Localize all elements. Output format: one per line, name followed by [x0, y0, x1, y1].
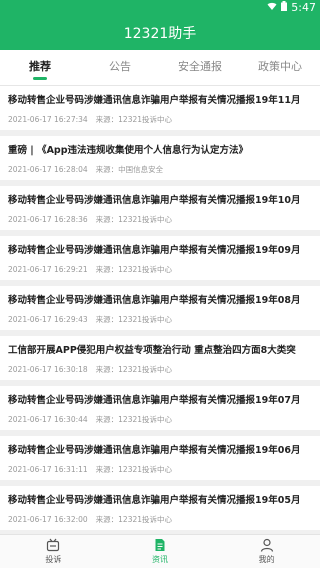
nav-complaint[interactable]: 投诉	[0, 535, 107, 568]
tab-label: 公告	[109, 60, 131, 73]
list-item[interactable]: 移动转售企业号码涉嫌通讯信息诈骗用户举报有关情况播报19年07月 2021-06…	[0, 386, 320, 430]
nav-label: 我的	[258, 555, 275, 564]
item-source: 来源：中国信息安全	[95, 165, 164, 174]
item-meta: 2021-06-17 16:29:21 来源：12321投诉中心	[8, 264, 312, 275]
item-title: 工信部开展APP侵犯用户权益专项整治行动 重点整治四方面8大类突	[8, 345, 296, 356]
item-title: 移动转售企业号码涉嫌通讯信息诈骗用户举报有关情况播报19年08月	[8, 295, 301, 306]
item-title: 移动转售企业号码涉嫌通讯信息诈骗用户举报有关情况播报19年11月	[8, 95, 301, 106]
item-meta: 2021-06-17 16:30:44 来源：12321投诉中心	[8, 414, 312, 425]
item-source: 来源：12321投诉中心	[95, 265, 173, 274]
complaint-icon	[47, 538, 60, 552]
item-date: 2021-06-17 16:30:44	[8, 415, 88, 424]
item-title: 重磅 | 《App违法违规收集使用个人信息行为认定方法》	[8, 145, 249, 156]
list-item[interactable]: 移动转售企业号码涉嫌通讯信息诈骗用户举报有关情况播报19年08月 2021-06…	[0, 286, 320, 330]
news-icon	[155, 539, 165, 551]
item-meta: 2021-06-17 16:31:11 来源：12321投诉中心	[8, 464, 312, 475]
item-meta: 2021-06-17 16:28:36 来源：12321投诉中心	[8, 214, 312, 225]
tab-announcement[interactable]: 公告	[80, 50, 160, 85]
item-date: 2021-06-17 16:28:36	[8, 215, 88, 224]
nav-label: 投诉	[45, 555, 62, 564]
tab-security-bulletin[interactable]: 安全通报	[160, 50, 240, 85]
item-meta: 2021-06-17 16:27:34 来源：12321投诉中心	[8, 114, 312, 125]
profile-icon	[260, 538, 273, 552]
item-title: 移动转售企业号码涉嫌通讯信息诈骗用户举报有关情况播报19年09月	[8, 245, 301, 256]
list-item[interactable]: 工信部开展APP侵犯用户权益专项整治行动 重点整治四方面8大类突 2021-06…	[0, 336, 320, 380]
tab-bar: 推荐 公告 安全通报 政策中心	[0, 50, 320, 86]
item-date: 2021-06-17 16:29:21	[8, 265, 88, 274]
tab-indicator	[33, 77, 47, 80]
tab-label: 政策中心	[258, 60, 302, 73]
bottom-nav: 投诉 资讯 我的	[0, 534, 320, 568]
item-source: 来源：12321投诉中心	[95, 215, 173, 224]
item-source: 来源：12321投诉中心	[95, 465, 173, 474]
battery-icon	[281, 1, 288, 14]
tab-policy-center[interactable]: 政策中心	[240, 50, 320, 85]
list-item[interactable]: 移动转售企业号码涉嫌通讯信息诈骗用户举报有关情况播报19年05月 2021-06…	[0, 486, 320, 530]
list-item[interactable]: 重磅 | 《App违法违规收集使用个人信息行为认定方法》 2021-06-17 …	[0, 136, 320, 180]
item-source: 来源：12321投诉中心	[95, 115, 173, 124]
item-source: 来源：12321投诉中心	[95, 315, 173, 324]
item-meta: 2021-06-17 16:30:18 来源：12321投诉中心	[8, 364, 312, 375]
item-meta: 2021-06-17 16:32:00 来源：12321投诉中心	[8, 514, 312, 525]
item-meta: 2021-06-17 16:29:43 来源：12321投诉中心	[8, 314, 312, 325]
app-title: 12321助手	[0, 18, 320, 50]
tab-label: 推荐	[29, 60, 51, 73]
item-title: 移动转售企业号码涉嫌通讯信息诈骗用户举报有关情况播报19年07月	[8, 395, 301, 406]
item-title: 移动转售企业号码涉嫌通讯信息诈骗用户举报有关情况播报19年10月	[8, 195, 301, 206]
list-item[interactable]: 移动转售企业号码涉嫌通讯信息诈骗用户举报有关情况播报19年06月 2021-06…	[0, 436, 320, 480]
item-date: 2021-06-17 16:31:11	[8, 465, 88, 474]
news-list[interactable]: 移动转售企业号码涉嫌通讯信息诈骗用户举报有关情况播报19年11月 2021-06…	[0, 86, 320, 534]
item-meta: 2021-06-17 16:28:04 来源：中国信息安全	[8, 164, 312, 175]
item-date: 2021-06-17 16:30:18	[8, 365, 88, 374]
tab-label: 安全通报	[178, 60, 222, 73]
item-title: 移动转售企业号码涉嫌通讯信息诈骗用户举报有关情况播报19年06月	[8, 445, 301, 456]
status-right: 5:47	[267, 1, 316, 14]
item-source: 来源：12321投诉中心	[95, 365, 173, 374]
item-date: 2021-06-17 16:32:00	[8, 515, 88, 524]
item-source: 来源：12321投诉中心	[95, 415, 173, 424]
nav-label: 资讯	[152, 555, 168, 564]
item-date: 2021-06-17 16:29:43	[8, 315, 88, 324]
item-date: 2021-06-17 16:28:04	[8, 165, 88, 174]
status-bar: 5:47	[0, 0, 320, 18]
item-source: 来源：12321投诉中心	[95, 515, 173, 524]
status-time: 5:47	[291, 1, 316, 14]
nav-profile[interactable]: 我的	[213, 535, 320, 568]
wifi-icon	[267, 1, 277, 14]
tab-recommend[interactable]: 推荐	[0, 50, 80, 85]
item-date: 2021-06-17 16:27:34	[8, 115, 88, 124]
list-item[interactable]: 移动转售企业号码涉嫌通讯信息诈骗用户举报有关情况播报19年09月 2021-06…	[0, 236, 320, 280]
list-item[interactable]: 移动转售企业号码涉嫌通讯信息诈骗用户举报有关情况播报19年11月 2021-06…	[0, 86, 320, 130]
list-item[interactable]: 移动转售企业号码涉嫌通讯信息诈骗用户举报有关情况播报19年10月 2021-06…	[0, 186, 320, 230]
nav-news[interactable]: 资讯	[107, 535, 214, 568]
item-title: 移动转售企业号码涉嫌通讯信息诈骗用户举报有关情况播报19年05月	[8, 495, 301, 506]
